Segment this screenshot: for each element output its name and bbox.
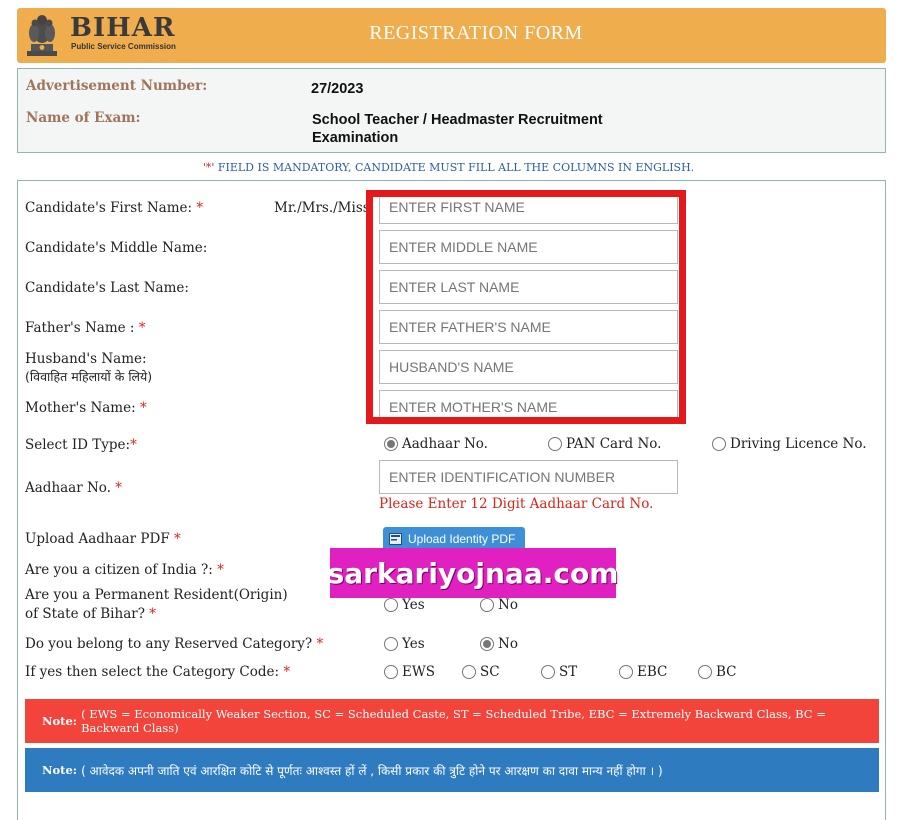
mother-name-input[interactable] xyxy=(379,390,678,424)
husband-name-sublabel: (विवाहित महिलायों के लिये) xyxy=(25,369,153,384)
category-radio-bc[interactable] xyxy=(698,665,712,679)
exam-name-value-line1: School Teacher / Headmaster Recruitment xyxy=(312,112,603,128)
exam-name-label: Name of Exam: xyxy=(26,110,141,126)
category-option-bc: BC xyxy=(716,664,737,680)
upload-aadhaar-label-text: Upload Aadhaar PDF xyxy=(25,531,170,547)
category-option-ews: EWS xyxy=(402,664,435,680)
reserved-category-label-text: Do you belong to any Reserved Category? xyxy=(25,636,313,652)
reserved-category-label: Do you belong to any Reserved Category? … xyxy=(25,635,323,653)
category-code-label-text: If yes then select the Category Code: xyxy=(25,664,280,680)
required-star: * xyxy=(138,320,146,336)
upload-aadhaar-label: Upload Aadhaar PDF * xyxy=(25,530,181,548)
upload-file-icon xyxy=(389,533,402,545)
id-type-label: Select ID Type:* xyxy=(25,436,137,454)
first-name-input[interactable] xyxy=(379,190,678,224)
required-star: * xyxy=(196,200,204,216)
citizen-label: Are you a citizen of India ?: * xyxy=(25,561,224,579)
last-name-label: Candidate's Last Name: xyxy=(25,280,189,296)
reserved-radio-yes[interactable] xyxy=(384,637,398,651)
id-type-label-text: Select ID Type: xyxy=(25,437,131,453)
note-text-hindi: ( आवेदक अपनी जाति एवं आरक्षित कोटि से पू… xyxy=(81,763,663,778)
category-radio-ebc[interactable] xyxy=(619,665,633,679)
id-type-option-driving-licence: Driving Licence No. xyxy=(730,436,867,452)
middle-name-label: Candidate's Middle Name: xyxy=(25,240,208,256)
aadhaar-number-label-text: Aadhaar No. xyxy=(25,480,111,496)
reserved-option-yes: Yes xyxy=(402,636,425,652)
id-type-radio-driving-licence[interactable] xyxy=(712,437,726,451)
required-star: * xyxy=(316,636,324,652)
id-type-radio-pan[interactable] xyxy=(548,437,562,451)
aadhaar-error-message: Please Enter 12 Digit Aadhaar Card No. xyxy=(379,496,654,512)
page-header: BIHAR Public Service Commission REGISTRA… xyxy=(17,8,886,63)
first-name-label-text: Candidate's First Name: xyxy=(25,200,193,216)
id-type-radio-aadhaar[interactable] xyxy=(384,437,398,451)
category-note-hindi: Note: ( आवेदक अपनी जाति एवं आरक्षित कोटि… xyxy=(25,748,879,792)
husband-name-input[interactable] xyxy=(379,350,678,384)
reserved-option-no: No xyxy=(498,636,518,652)
aadhaar-number-input[interactable] xyxy=(379,460,678,494)
mandatory-text: ' FIELD IS MANDATORY, CANDIDATE MUST FIL… xyxy=(211,161,695,174)
note-prefix: Note: xyxy=(42,714,78,728)
resident-option-no: No xyxy=(498,597,518,613)
required-star: * xyxy=(174,531,181,547)
reserved-radio-no[interactable] xyxy=(480,637,494,651)
note-text-english: ( EWS = Economically Weaker Section, SC … xyxy=(81,707,826,735)
required-star: * xyxy=(139,400,147,416)
resident-label-line2-text: of State of Bihar? xyxy=(25,606,145,622)
id-type-option-aadhaar: Aadhaar No. xyxy=(402,436,488,452)
watermark-banner: sarkariyojnaa.com xyxy=(328,548,618,598)
required-star: * xyxy=(283,664,291,680)
category-radio-st[interactable] xyxy=(541,665,555,679)
middle-name-input[interactable] xyxy=(379,230,678,264)
page-title: REGISTRATION FORM xyxy=(369,22,583,44)
salutation-label: Mr./Mrs./Miss xyxy=(274,200,368,216)
exam-name-value-line2: Examination xyxy=(312,130,399,146)
category-radio-sc[interactable] xyxy=(462,665,476,679)
note-prefix: Note: xyxy=(42,763,78,777)
father-name-label-text: Father's Name : xyxy=(25,320,135,336)
aadhaar-number-label: Aadhaar No. * xyxy=(25,479,122,497)
last-name-input[interactable] xyxy=(379,270,678,304)
required-star: * xyxy=(115,480,123,496)
advertisement-number-label: Advertisement Number: xyxy=(26,78,208,94)
advertisement-number-value: 27/2023 xyxy=(311,81,364,97)
category-note-english: Note: ( EWS = Economically Weaker Sectio… xyxy=(25,699,879,743)
mandatory-notice: '*' FIELD IS MANDATORY, CANDIDATE MUST F… xyxy=(0,161,897,174)
resident-label-line2: of State of Bihar? * xyxy=(25,605,156,623)
husband-name-label: Husband's Name: xyxy=(25,351,147,367)
resident-label-line1: Are you a Permanent Resident(Origin) xyxy=(25,587,288,603)
father-name-label: Father's Name : * xyxy=(25,319,146,337)
category-option-st: ST xyxy=(559,664,578,680)
category-code-label: If yes then select the Category Code: * xyxy=(25,663,290,681)
mother-name-label-text: Mother's Name: xyxy=(25,400,136,416)
upload-identity-button-label: Upload Identity PDF xyxy=(408,532,516,546)
advertisement-panel: Advertisement Number: 27/2023 Name of Ex… xyxy=(17,68,886,153)
resident-radio-no[interactable] xyxy=(480,598,494,612)
required-star: * xyxy=(217,562,224,578)
category-radio-ews[interactable] xyxy=(384,665,398,679)
father-name-input[interactable] xyxy=(379,310,678,344)
citizen-label-text: Are you a citizen of India ?: xyxy=(25,562,213,578)
resident-option-yes: Yes xyxy=(402,597,425,613)
required-star: * xyxy=(149,606,156,622)
required-star: * xyxy=(130,437,137,453)
first-name-label: Candidate's First Name: * xyxy=(25,199,203,217)
mother-name-label: Mother's Name: * xyxy=(25,399,147,417)
id-type-option-pan: PAN Card No. xyxy=(566,436,662,452)
category-option-sc: SC xyxy=(480,664,500,680)
resident-radio-yes[interactable] xyxy=(384,598,398,612)
category-option-ebc: EBC xyxy=(637,664,668,680)
